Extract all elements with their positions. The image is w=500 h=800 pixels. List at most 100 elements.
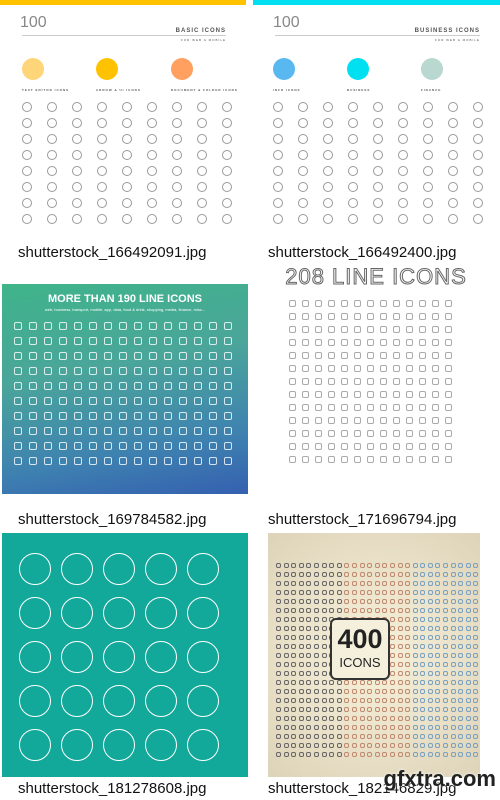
icon bbox=[164, 367, 172, 375]
icon bbox=[443, 689, 449, 694]
icon bbox=[420, 680, 426, 685]
icon bbox=[420, 698, 426, 703]
icon bbox=[398, 118, 408, 128]
icon bbox=[389, 743, 395, 748]
icon bbox=[341, 391, 348, 398]
icon bbox=[351, 563, 357, 568]
icon bbox=[412, 725, 418, 730]
icon bbox=[465, 707, 471, 712]
section-label: TEXT EDITOR ICONS bbox=[22, 88, 70, 92]
icon bbox=[313, 743, 319, 748]
icon bbox=[427, 644, 433, 649]
icon bbox=[398, 182, 408, 192]
icon bbox=[89, 382, 97, 390]
icon bbox=[448, 182, 458, 192]
icon bbox=[419, 378, 426, 385]
icon bbox=[328, 326, 335, 333]
caption[interactable]: shutterstock_181278608.jpg bbox=[18, 780, 206, 797]
icon bbox=[61, 685, 93, 717]
icon bbox=[397, 662, 403, 667]
icon bbox=[351, 581, 357, 586]
icon bbox=[419, 365, 426, 372]
icon bbox=[283, 680, 289, 685]
icon bbox=[222, 166, 232, 176]
caption[interactable]: shutterstock_169784582.jpg bbox=[18, 511, 206, 528]
icon bbox=[321, 599, 327, 604]
icon bbox=[341, 339, 348, 346]
icon bbox=[336, 590, 342, 595]
caption[interactable]: shutterstock_171696794.jpg bbox=[268, 511, 456, 528]
icon bbox=[406, 326, 413, 333]
icon bbox=[435, 698, 441, 703]
caption[interactable]: shutterstock_166492091.jpg bbox=[18, 244, 206, 261]
icon bbox=[412, 572, 418, 577]
icon bbox=[435, 635, 441, 640]
icon bbox=[419, 391, 426, 398]
icon bbox=[435, 617, 441, 622]
icon bbox=[443, 734, 449, 739]
icon bbox=[329, 743, 335, 748]
icon bbox=[373, 214, 383, 224]
icon bbox=[179, 442, 187, 450]
thumbnail-400-icons[interactable]: 400 ICONS bbox=[268, 533, 480, 777]
thumbnail-190-line-icons[interactable]: MORE THAN 190 LINE ICONS web, business, … bbox=[2, 284, 248, 494]
icon bbox=[179, 412, 187, 420]
icon bbox=[405, 716, 411, 721]
icon bbox=[313, 581, 319, 586]
icon bbox=[283, 608, 289, 613]
icon bbox=[179, 382, 187, 390]
icon bbox=[443, 743, 449, 748]
icon bbox=[323, 166, 333, 176]
icon bbox=[273, 214, 283, 224]
icon bbox=[298, 581, 304, 586]
icon bbox=[298, 118, 308, 128]
icon bbox=[405, 608, 411, 613]
icon bbox=[283, 617, 289, 622]
icon bbox=[367, 743, 373, 748]
icon bbox=[393, 365, 400, 372]
icon bbox=[412, 716, 418, 721]
icon bbox=[382, 725, 388, 730]
thumbnail-circle-icons[interactable] bbox=[2, 533, 248, 777]
icon bbox=[14, 442, 22, 450]
icon bbox=[382, 752, 388, 757]
icon bbox=[147, 118, 157, 128]
caption[interactable]: shutterstock_166492400.jpg bbox=[268, 244, 456, 261]
icon bbox=[276, 743, 281, 748]
icon bbox=[473, 752, 479, 757]
icon bbox=[412, 590, 418, 595]
icon bbox=[432, 352, 439, 359]
icon bbox=[329, 680, 335, 685]
icon bbox=[147, 166, 157, 176]
thumbnail-208-line-icons[interactable]: 208 LINE ICONS bbox=[285, 264, 467, 504]
icon bbox=[72, 166, 82, 176]
icon bbox=[393, 456, 400, 463]
icon bbox=[61, 597, 93, 629]
icon bbox=[389, 563, 395, 568]
icon bbox=[197, 166, 207, 176]
icon bbox=[321, 635, 327, 640]
thumbnail-business-icons[interactable]: 100 BUSINESS ICONS FOR WEB & MOBILE INFO… bbox=[253, 0, 500, 236]
icon bbox=[427, 653, 433, 658]
icon bbox=[283, 716, 289, 721]
icon bbox=[465, 680, 471, 685]
icon bbox=[273, 118, 283, 128]
icon bbox=[14, 412, 22, 420]
icon bbox=[298, 698, 304, 703]
icon bbox=[419, 404, 426, 411]
icon bbox=[341, 313, 348, 320]
icon bbox=[44, 337, 52, 345]
icon bbox=[427, 563, 433, 568]
icon bbox=[341, 300, 348, 307]
icon bbox=[382, 716, 388, 721]
icon bbox=[276, 590, 281, 595]
icon bbox=[298, 182, 308, 192]
icon bbox=[443, 680, 449, 685]
icon bbox=[276, 608, 281, 613]
icon bbox=[419, 300, 426, 307]
icon bbox=[147, 182, 157, 192]
icon bbox=[359, 590, 365, 595]
icon bbox=[445, 352, 452, 359]
thumbnail-basic-icons[interactable]: 100 BASIC ICONS FOR WEB & MOBILE TEXT ED… bbox=[0, 0, 246, 236]
icon bbox=[315, 456, 322, 463]
